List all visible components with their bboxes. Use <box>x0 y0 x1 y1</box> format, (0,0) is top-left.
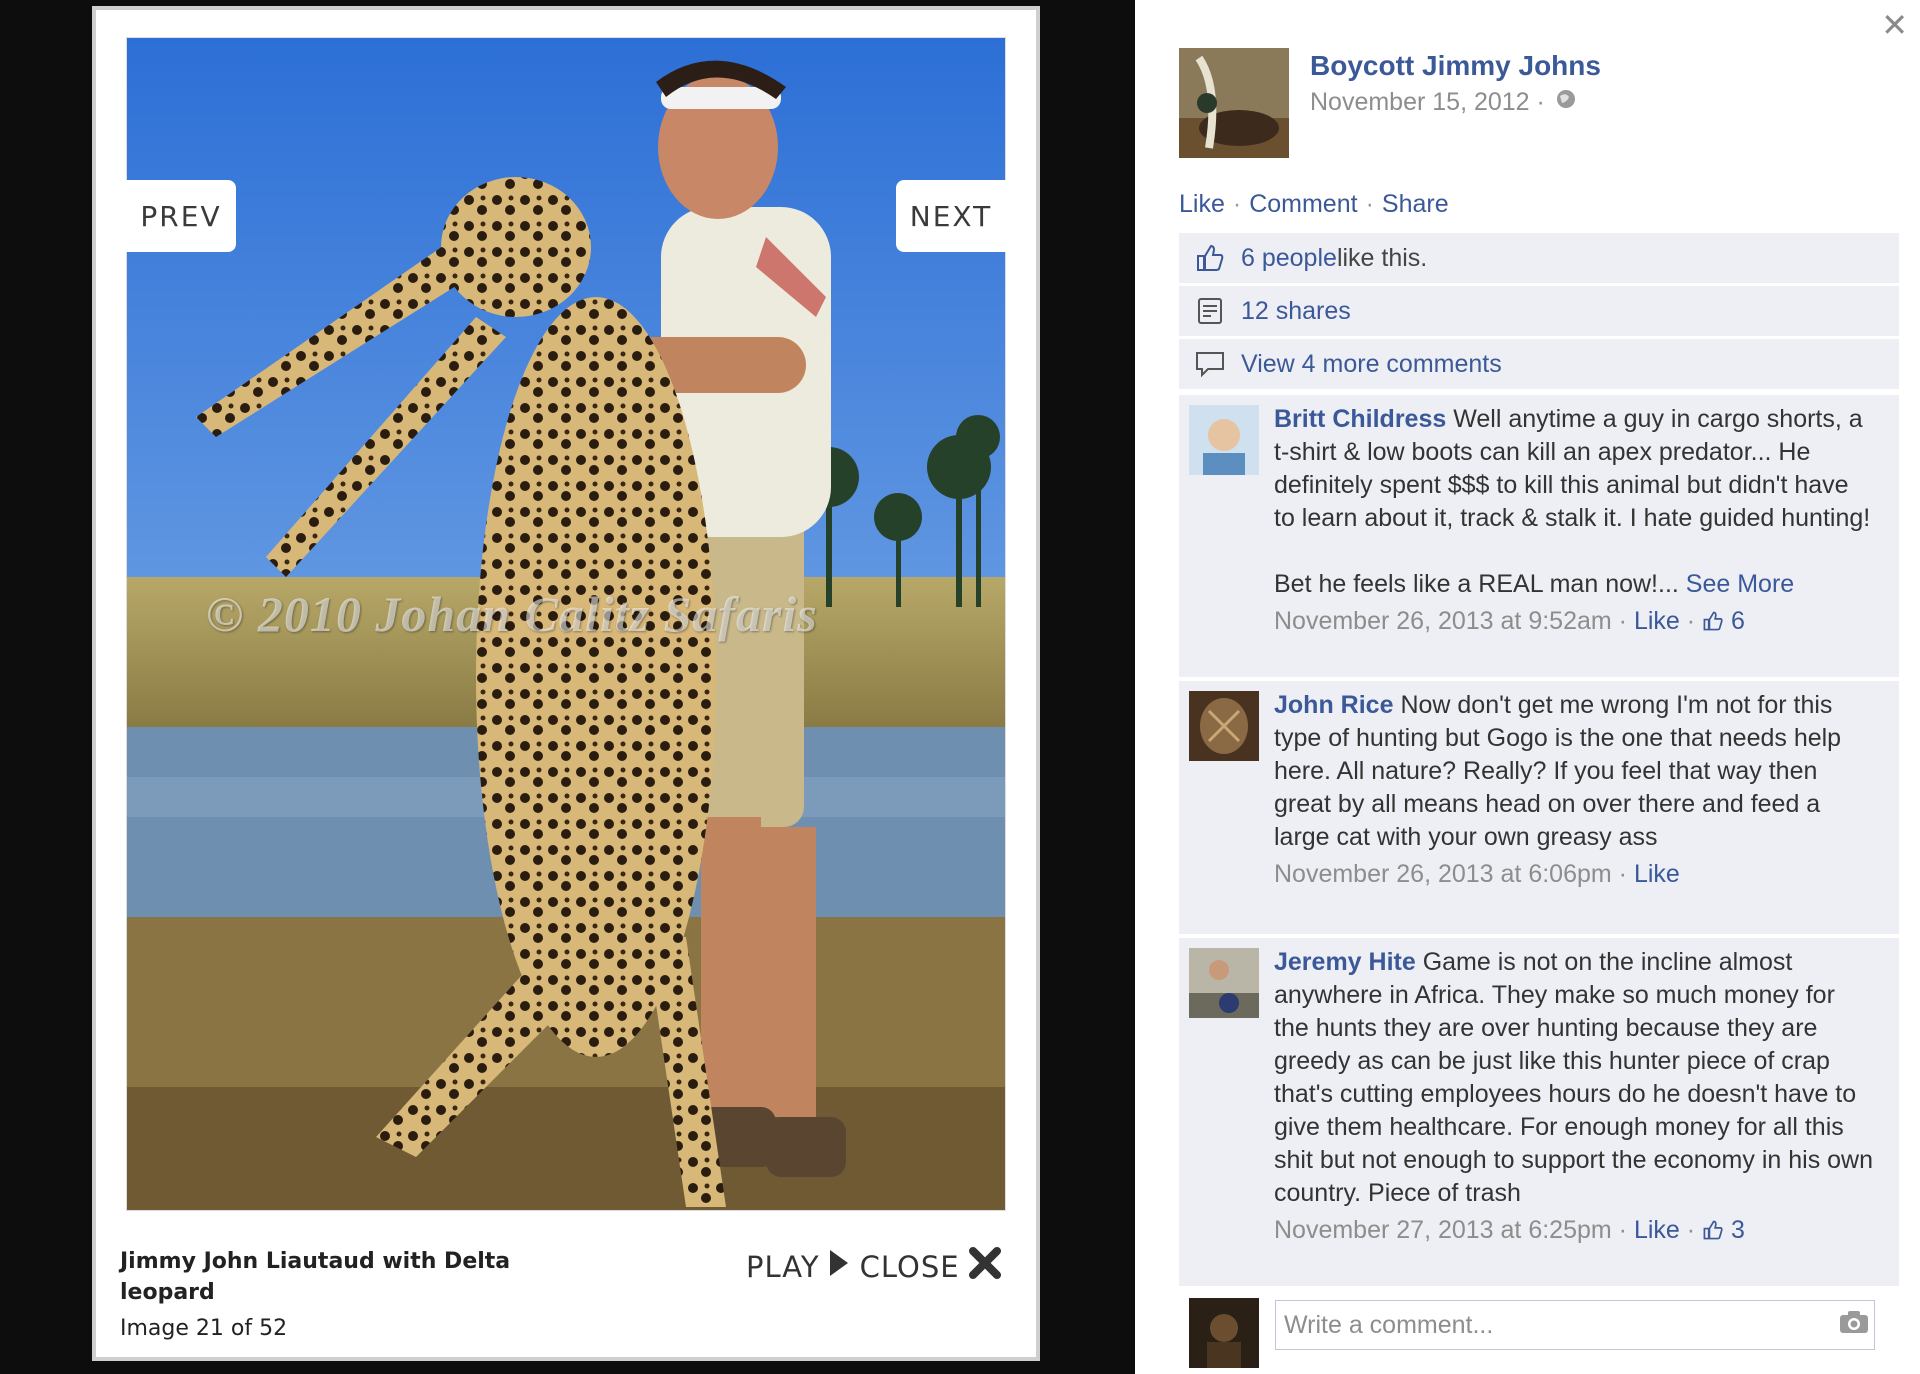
commenter-avatar[interactable] <box>1189 691 1259 761</box>
view-more-comments[interactable]: View 4 more comments <box>1179 339 1899 389</box>
lightbox-controls: PLAY CLOSE <box>746 1246 1002 1287</box>
play-button[interactable]: PLAY <box>746 1248 850 1285</box>
see-more-link[interactable]: See More <box>1686 570 1794 598</box>
comment-like-count[interactable]: 6 <box>1702 607 1745 635</box>
close-label: CLOSE <box>859 1249 960 1284</box>
leopard-photo: © 2010 Johan Calitz Safaris <box>126 37 1006 1211</box>
comment-body: Britt Childress Well anytime a guy in ca… <box>1274 403 1874 638</box>
photo-watermark: © 2010 Johan Calitz Safaris <box>206 586 818 642</box>
play-label: PLAY <box>746 1249 820 1284</box>
separator: · <box>1232 190 1242 218</box>
shares-summary[interactable]: 12 shares <box>1179 286 1899 336</box>
page-name-link[interactable]: Boycott Jimmy Johns <box>1310 50 1601 82</box>
comment-like-count[interactable]: 3 <box>1702 1216 1745 1244</box>
separator: · <box>1365 190 1374 218</box>
comment-timestamp[interactable]: November 26, 2013 at 9:52am <box>1274 607 1612 635</box>
like-count-value: 3 <box>1730 1216 1745 1244</box>
viewer-avatar <box>1189 1298 1259 1368</box>
prev-button[interactable]: PREV <box>126 180 236 252</box>
comment-meta: November 26, 2013 at 9:52am · Like · 6 <box>1274 607 1745 635</box>
post-actions: Like · Comment · Share <box>1179 190 1449 219</box>
like-action[interactable]: Like <box>1179 190 1225 219</box>
commenter-name[interactable]: Britt Childress <box>1274 405 1446 433</box>
comment-item: Britt Childress Well anytime a guy in ca… <box>1179 395 1899 677</box>
next-button[interactable]: NEXT <box>896 180 1006 252</box>
close-lightbox-button[interactable]: CLOSE <box>860 1246 1002 1287</box>
like-count-value: 6 <box>1730 607 1745 635</box>
comment-bubble-icon <box>1179 350 1241 378</box>
commenter-avatar[interactable] <box>1189 948 1259 1018</box>
post-panel: ✕ Boycott Jimmy Johns November 15, 2012 … <box>1135 0 1920 1374</box>
comment-item: Jeremy Hite Game is not on the incline a… <box>1179 938 1899 1286</box>
comment-like-button[interactable]: Like <box>1634 860 1680 888</box>
thumbs-up-icon <box>1703 1220 1723 1240</box>
commenter-avatar[interactable] <box>1189 405 1259 475</box>
comment-text: Game is not on the incline almost anywhe… <box>1274 948 1873 1207</box>
comment-like-button[interactable]: Like <box>1634 607 1680 635</box>
play-icon <box>828 1248 850 1285</box>
share-action[interactable]: Share <box>1382 190 1449 219</box>
post-timestamp: November 15, 2012 · <box>1310 88 1577 117</box>
comment-item: John Rice Now don't get me wrong I'm not… <box>1179 681 1899 934</box>
comment-meta: November 26, 2013 at 6:06pm · Like <box>1274 860 1680 888</box>
thumbs-up-icon <box>1179 244 1241 272</box>
close-icon[interactable]: ✕ <box>1881 6 1908 44</box>
camera-icon[interactable] <box>1839 1310 1869 1339</box>
comment-input[interactable] <box>1275 1300 1875 1350</box>
comment-composer <box>1179 1288 1899 1374</box>
shares-link[interactable]: 12 shares <box>1241 297 1351 326</box>
commenter-name[interactable]: Jeremy Hite <box>1274 948 1416 976</box>
thumbs-up-icon <box>1703 611 1723 631</box>
comment-meta: November 27, 2013 at 6:25pm · Like · 3 <box>1274 1216 1745 1244</box>
comment-timestamp[interactable]: November 27, 2013 at 6:25pm <box>1274 1216 1612 1244</box>
likes-text: like this. <box>1336 243 1428 272</box>
comment-text-continued: Bet he feels like a REAL man now!... <box>1274 570 1679 598</box>
close-x-icon <box>968 1246 1002 1287</box>
comment-action[interactable]: Comment <box>1249 190 1357 219</box>
comment-timestamp[interactable]: November 26, 2013 at 6:06pm <box>1274 860 1612 888</box>
page-avatar[interactable] <box>1179 48 1289 158</box>
comment-body: Jeremy Hite Game is not on the incline a… <box>1274 946 1874 1247</box>
likes-summary: 6 people like this. <box>1179 233 1899 283</box>
share-icon <box>1179 297 1241 325</box>
comment-body: John Rice Now don't get me wrong I'm not… <box>1274 689 1874 891</box>
view-more-link[interactable]: View 4 more comments <box>1241 350 1502 379</box>
photo-caption: Jimmy John Liautaud with Delta leopard <box>120 1249 511 1305</box>
commenter-name[interactable]: John Rice <box>1274 691 1393 719</box>
image-counter: Image 21 of 52 <box>120 1316 288 1341</box>
comment-like-button[interactable]: Like <box>1634 1216 1680 1244</box>
likes-link[interactable]: 6 people <box>1241 244 1337 273</box>
globe-icon <box>1555 88 1577 117</box>
photo-lightbox: © 2010 Johan Calitz Safaris PREV NEXT Ji… <box>92 6 1040 1361</box>
post-date-text: November 15, 2012 · <box>1310 88 1545 116</box>
